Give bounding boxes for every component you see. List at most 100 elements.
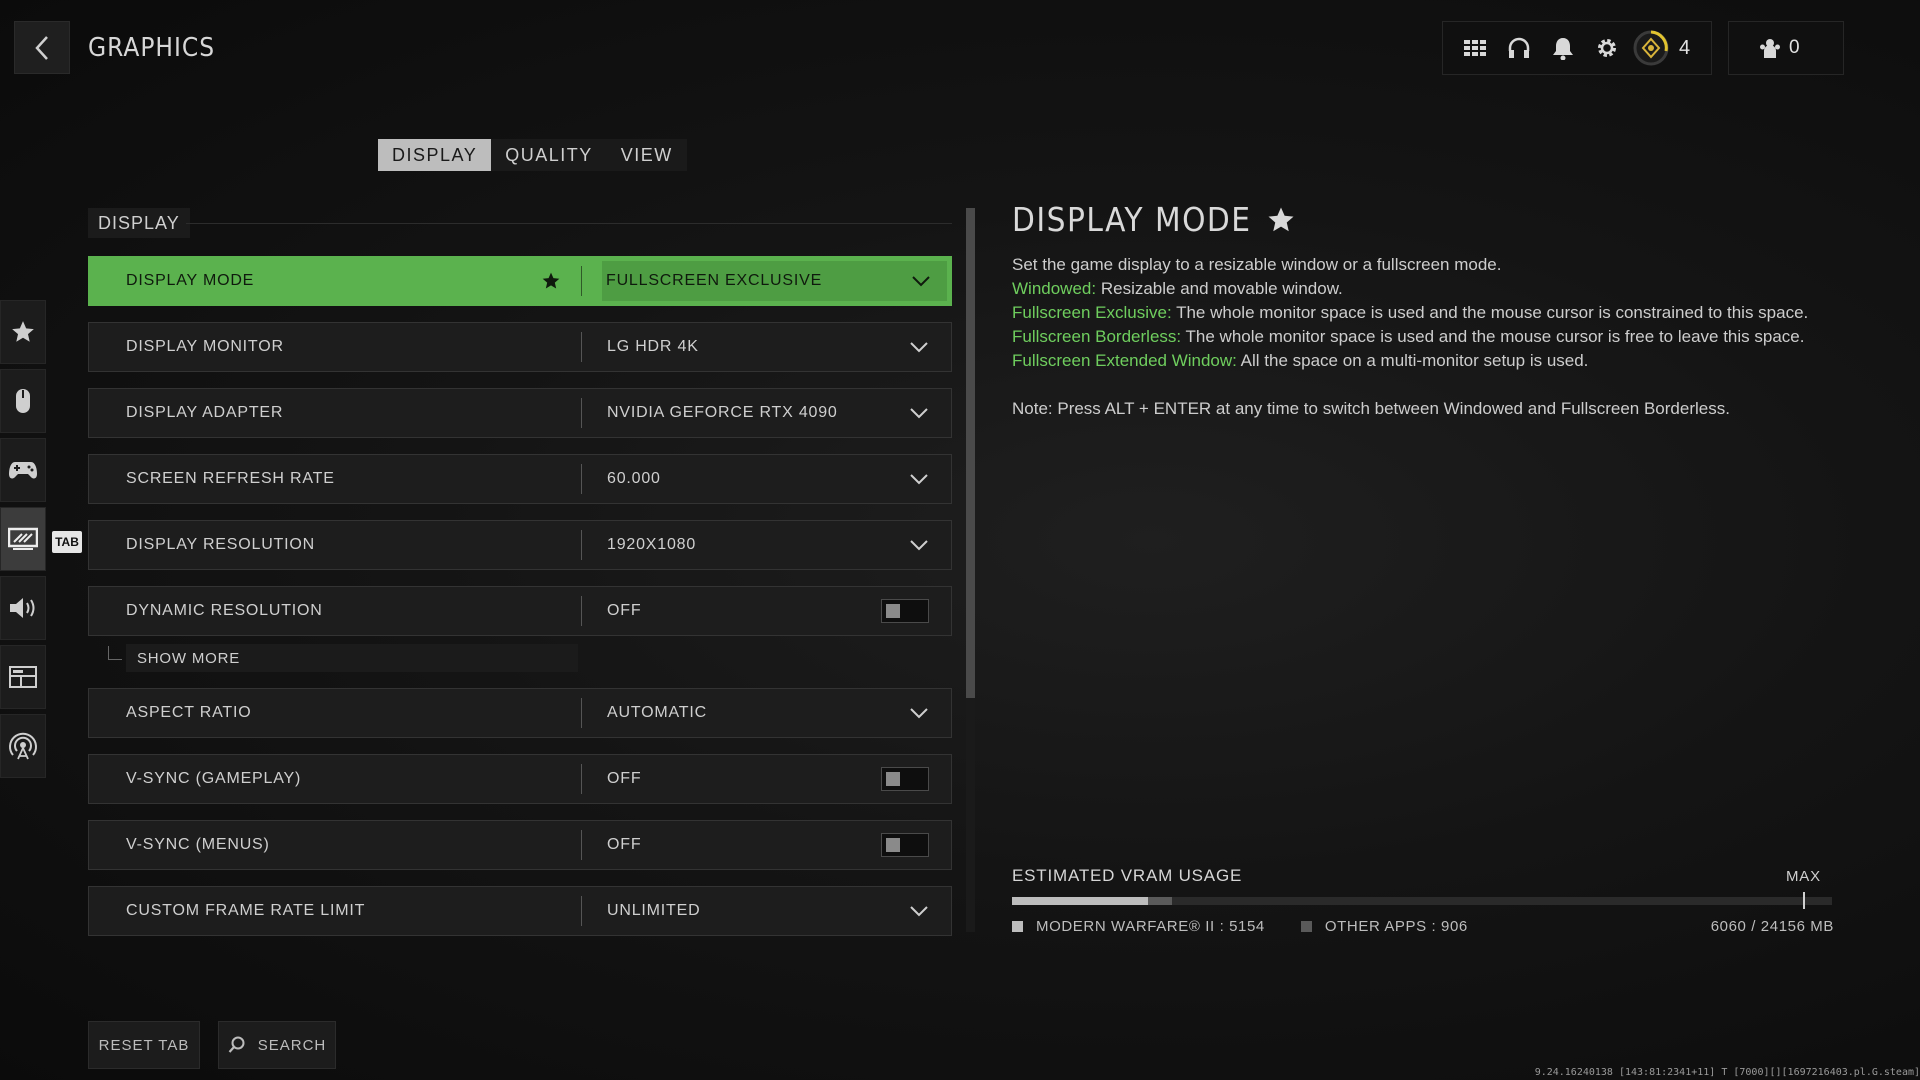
- description-item: Fullscreen Borderless: The whole monitor…: [1012, 325, 1812, 349]
- reset-tab-button[interactable]: RESET TAB: [88, 1021, 200, 1069]
- page-title: GRAPHICS: [88, 33, 216, 63]
- tree-connector: [108, 646, 122, 660]
- search-label: SEARCH: [257, 1036, 327, 1054]
- setting-row-screen-refresh-rate[interactable]: SCREEN REFRESH RATE 60.000: [88, 454, 952, 504]
- show-more-button[interactable]: SHOW MORE: [126, 644, 578, 672]
- legend-swatch-other: [1300, 921, 1312, 932]
- rail-item-interface[interactable]: [0, 645, 46, 709]
- rail-item-mouse[interactable]: [0, 369, 46, 433]
- setting-value: OFF: [607, 836, 642, 853]
- rail-item-audio[interactable]: [0, 576, 46, 640]
- setting-row-vsync-gameplay[interactable]: V-SYNC (GAMEPLAY) OFF: [88, 754, 952, 804]
- setting-dropdown[interactable]: 1920X1080: [582, 521, 951, 569]
- party-button[interactable]: 0: [1728, 21, 1844, 75]
- setting-row-display-monitor[interactable]: DISPLAY MONITOR LG HDR 4K: [88, 322, 952, 372]
- setting-value: LG HDR 4K: [607, 338, 699, 355]
- setting-row-aspect-ratio[interactable]: ASPECT RATIO AUTOMATIC: [88, 688, 952, 738]
- search-icon: [228, 1036, 245, 1053]
- description-text: The whole monitor space is used and the …: [1171, 303, 1809, 322]
- description-text: Resizable and movable window.: [1096, 279, 1343, 298]
- chevron-down-icon: [910, 906, 928, 917]
- star-icon: [12, 321, 34, 342]
- vram-max-marker: [1803, 892, 1805, 909]
- description-note: Note: Press ALT + ENTER at any time to s…: [1012, 399, 1730, 418]
- vram-max-label: MAX: [1786, 868, 1821, 885]
- chevron-down-icon: [910, 342, 928, 353]
- chevron-down-icon: [912, 276, 930, 287]
- toggle-switch[interactable]: [881, 599, 929, 623]
- setting-value: AUTOMATIC: [607, 704, 707, 721]
- network-icon: [9, 732, 37, 760]
- description-term: Fullscreen Borderless:: [1012, 327, 1182, 346]
- toggle-switch[interactable]: [881, 767, 929, 791]
- vram-total: 6060 / 24156 MB: [1710, 918, 1834, 935]
- setting-label: DISPLAY MONITOR: [126, 338, 284, 355]
- section-divider: [186, 223, 952, 224]
- hud-bar: 4: [1442, 21, 1712, 75]
- tab-quality[interactable]: QUALITY: [491, 139, 607, 171]
- vram-bar-game: [1012, 897, 1148, 905]
- chevron-down-icon: [910, 474, 928, 485]
- description-body: Set the game display to a resizable wind…: [1012, 253, 1812, 421]
- chevron-down-icon: [910, 708, 928, 719]
- party-count: 0: [1789, 37, 1800, 58]
- gear-icon[interactable]: [1585, 26, 1629, 70]
- setting-row-custom-frame-rate-limit[interactable]: CUSTOM FRAME RATE LIMIT UNLIMITED: [88, 886, 952, 936]
- setting-dropdown[interactable]: FULLSCREEN EXCLUSIVE: [602, 261, 947, 301]
- setting-value: OFF: [607, 602, 642, 619]
- setting-dropdown[interactable]: NVIDIA GEFORCE RTX 4090: [582, 389, 951, 437]
- setting-value: OFF: [607, 770, 642, 787]
- setting-row-dynamic-resolution[interactable]: DYNAMIC RESOLUTION OFF: [88, 586, 952, 636]
- setting-row-display-resolution[interactable]: DISPLAY RESOLUTION 1920X1080: [88, 520, 952, 570]
- category-rail: [0, 300, 46, 783]
- setting-value: 1920X1080: [607, 536, 697, 553]
- headset-icon[interactable]: [1497, 26, 1541, 70]
- setting-row-vsync-menus[interactable]: V-SYNC (MENUS) OFF: [88, 820, 952, 870]
- speaker-icon: [10, 598, 35, 618]
- setting-value: NVIDIA GEFORCE RTX 4090: [607, 404, 838, 421]
- setting-label: V-SYNC (GAMEPLAY): [126, 770, 302, 787]
- bell-icon[interactable]: [1541, 26, 1585, 70]
- setting-label: DISPLAY ADAPTER: [126, 404, 284, 421]
- party-icon: [1760, 39, 1780, 58]
- setting-label: SCREEN REFRESH RATE: [126, 470, 335, 487]
- level-number: 4: [1679, 36, 1691, 59]
- toggle-knob: [886, 838, 900, 852]
- setting-row-display-adapter[interactable]: DISPLAY ADAPTER NVIDIA GEFORCE RTX 4090: [88, 388, 952, 438]
- vram-bar-other: [1148, 897, 1172, 905]
- chevron-down-icon: [910, 540, 928, 551]
- rail-item-network[interactable]: [0, 714, 46, 778]
- rail-item-favorites[interactable]: [0, 300, 46, 364]
- setting-label: DISPLAY MODE: [126, 272, 255, 289]
- interface-icon: [9, 666, 37, 688]
- apps-grid-icon[interactable]: [1453, 26, 1497, 70]
- setting-value: UNLIMITED: [607, 902, 701, 919]
- toggle-knob: [886, 772, 900, 786]
- setting-dropdown[interactable]: LG HDR 4K: [582, 323, 951, 371]
- monitor-icon: [8, 527, 38, 550]
- description-term: Fullscreen Exclusive:: [1012, 303, 1172, 322]
- search-button[interactable]: SEARCH: [218, 1021, 336, 1069]
- rail-item-graphics[interactable]: [0, 507, 46, 571]
- vram-legend: MODERN WARFARE® II : 5154 OTHER APPS : 9…: [1012, 918, 1468, 935]
- setting-dropdown[interactable]: AUTOMATIC: [582, 689, 951, 737]
- tab-view[interactable]: VIEW: [607, 139, 687, 171]
- setting-label: DYNAMIC RESOLUTION: [126, 602, 323, 619]
- controller-icon: [9, 462, 37, 479]
- favorite-star-icon[interactable]: [541, 271, 561, 291]
- back-button[interactable]: [14, 21, 70, 74]
- level-badge-icon[interactable]: [1629, 26, 1673, 70]
- toggle-switch[interactable]: [881, 833, 929, 857]
- rail-item-controller[interactable]: [0, 438, 46, 502]
- tab-key-hint: TAB: [52, 531, 82, 553]
- setting-row-display-mode[interactable]: DISPLAY MODE FULLSCREEN EXCLUSIVE: [88, 256, 952, 306]
- toggle-knob: [886, 604, 900, 618]
- scrollbar-thumb[interactable]: [966, 208, 975, 698]
- row-separator: [581, 266, 582, 296]
- vram-title: ESTIMATED VRAM USAGE: [1012, 866, 1243, 885]
- setting-dropdown[interactable]: UNLIMITED: [582, 887, 951, 935]
- description-item: Fullscreen Extended Window: All the spac…: [1012, 349, 1812, 373]
- description-item: Windowed: Resizable and movable window.: [1012, 277, 1812, 301]
- tab-display[interactable]: DISPLAY: [378, 139, 492, 171]
- setting-dropdown[interactable]: 60.000: [582, 455, 951, 503]
